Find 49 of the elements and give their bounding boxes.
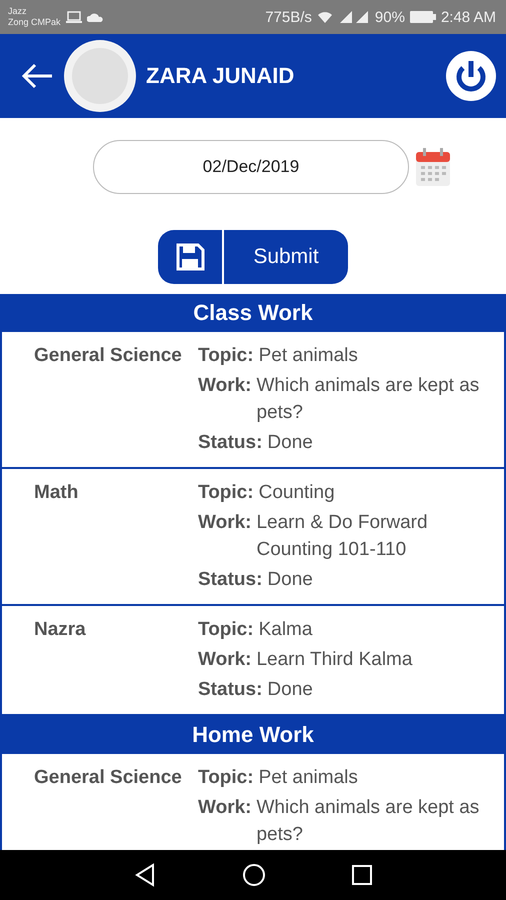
signal-icon — [338, 11, 370, 23]
field-value: Pet animals — [258, 766, 358, 790]
cloud-icon — [86, 12, 103, 22]
field-label: Status: — [198, 568, 262, 592]
field-label: Work: — [198, 374, 252, 398]
home-icon[interactable] — [242, 863, 266, 887]
back-icon[interactable] — [132, 863, 157, 887]
field-label: Topic: — [198, 344, 254, 368]
field-label: Work: — [198, 511, 252, 535]
field-label: Topic: — [198, 481, 254, 505]
laptop-icon — [66, 11, 82, 23]
avatar — [64, 40, 136, 112]
student-name: ZARA JUNAID — [146, 63, 294, 89]
section-header: Home Work — [0, 716, 506, 754]
field-value: Learn Third Kalma — [256, 648, 412, 672]
field-label: Status: — [198, 431, 262, 455]
field-label: Work: — [198, 796, 252, 820]
subject-name: General Science — [34, 766, 183, 790]
field-label: Topic: — [198, 766, 254, 790]
field-value: Which animals are kept as pets? — [256, 796, 480, 847]
save-icon — [175, 242, 205, 272]
subject-name: Nazra — [34, 618, 87, 642]
clock: 2:48 AM — [440, 8, 496, 26]
date-field[interactable]: 02/Dec/2019 — [93, 140, 409, 194]
field-value: Kalma — [258, 618, 312, 642]
field-value: Done — [267, 678, 313, 702]
field-value: Done — [267, 431, 313, 455]
battery-icon — [410, 11, 436, 23]
submit-button[interactable]: Submit — [158, 230, 348, 284]
field-value: Learn & Do Forward Counting 101-110 — [256, 511, 429, 562]
field-value: Which animals are kept as pets? — [256, 374, 480, 425]
subject-name: General Science — [34, 344, 183, 368]
carrier-name: Zong CMPak — [8, 17, 61, 28]
back-arrow-icon[interactable] — [20, 62, 54, 90]
network-speed: 775B/s — [265, 8, 312, 26]
battery-percent: 90% — [374, 8, 405, 26]
field-label: Status: — [198, 678, 262, 702]
section-header: Class Work — [0, 294, 506, 332]
field-value: Pet animals — [258, 344, 358, 368]
power-icon[interactable] — [446, 51, 496, 101]
wifi-icon — [316, 11, 333, 23]
field-label: Work: — [198, 648, 252, 672]
field-value: Done — [267, 568, 313, 592]
field-value: Counting — [258, 481, 335, 505]
calendar-icon[interactable] — [415, 147, 451, 187]
recents-icon[interactable] — [351, 864, 374, 886]
subject-name: Math — [34, 481, 80, 505]
field-label: Topic: — [198, 618, 254, 642]
carrier-name: Jazz — [8, 6, 28, 17]
